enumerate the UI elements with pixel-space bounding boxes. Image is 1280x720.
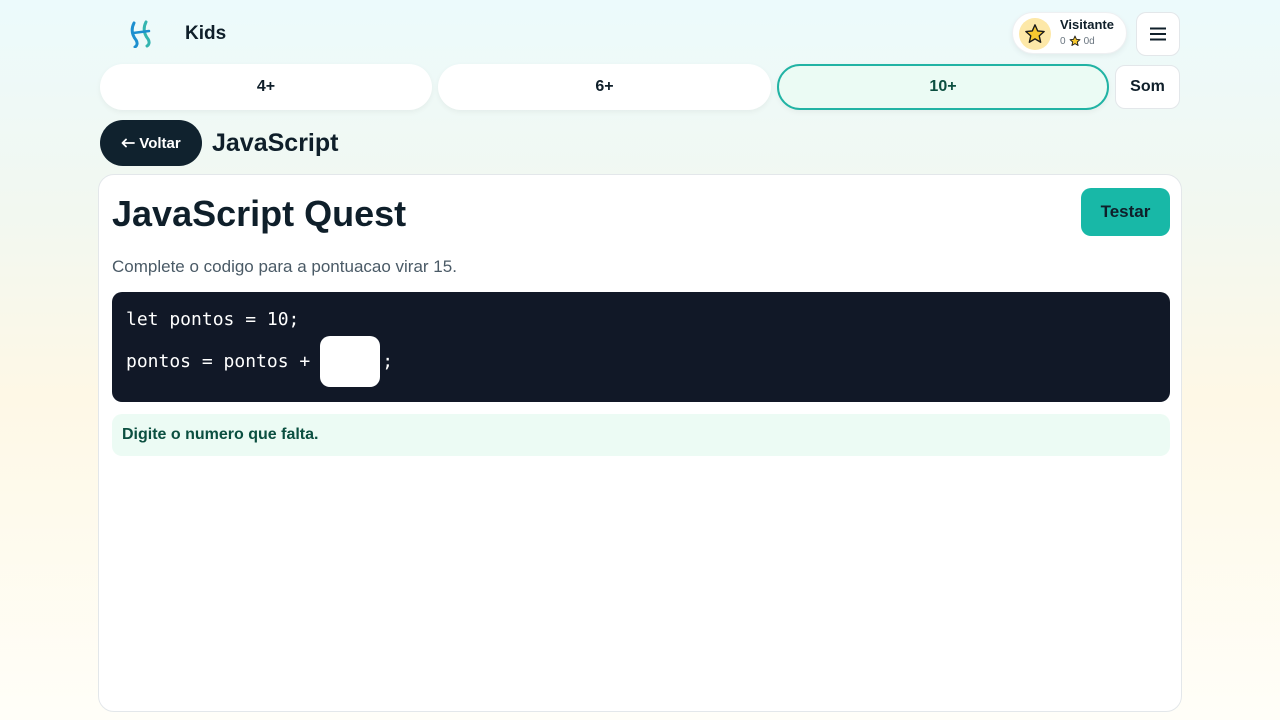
back-button[interactable]: Voltar [100, 120, 202, 166]
streak-days: 0d [1083, 35, 1095, 47]
back-label: Voltar [139, 134, 181, 152]
code-line-2-suffix: ; [382, 351, 394, 372]
code-line-2: pontos = pontos + ; [126, 336, 393, 387]
age-tabs: 4+ 6+ 10+ Som [100, 64, 1180, 110]
header: Kids Visitante 0 0d [100, 12, 1180, 56]
hint-message: Digite o numero que falta. [112, 414, 1170, 456]
profile-badge[interactable]: Visitante 0 0d [1012, 12, 1127, 54]
answer-input[interactable] [320, 336, 381, 387]
hamburger-icon [1150, 27, 1166, 41]
code-block: let pontos = 10; pontos = pontos + ; [112, 292, 1170, 402]
section-title: JavaScript [212, 129, 339, 157]
quest-instructions: Complete o codigo para a pontuacao virar… [112, 257, 457, 276]
code-line-1: let pontos = 10; [126, 309, 300, 330]
quest-card: JavaScript Quest Testar Complete o codig… [98, 174, 1182, 712]
logo-icon[interactable] [128, 20, 154, 49]
arrow-left-icon [121, 138, 136, 148]
tab-age-6[interactable]: 6+ [438, 64, 771, 110]
star-icon [1069, 35, 1081, 46]
star-icon [1025, 24, 1045, 43]
sound-button[interactable]: Som [1115, 65, 1180, 109]
test-button[interactable]: Testar [1081, 188, 1170, 236]
brand-title: Kids [185, 23, 227, 44]
points-count: 0 [1060, 35, 1066, 47]
tab-age-10[interactable]: 10+ [777, 64, 1109, 110]
tab-age-4[interactable]: 4+ [100, 64, 432, 110]
code-line-2-prefix: pontos = pontos + [126, 351, 311, 372]
menu-button[interactable] [1136, 12, 1180, 56]
quest-title: JavaScript Quest [112, 193, 407, 234]
profile-name: Visitante [1060, 17, 1114, 32]
profile-stats: 0 0d [1060, 35, 1095, 47]
avatar [1019, 18, 1051, 50]
